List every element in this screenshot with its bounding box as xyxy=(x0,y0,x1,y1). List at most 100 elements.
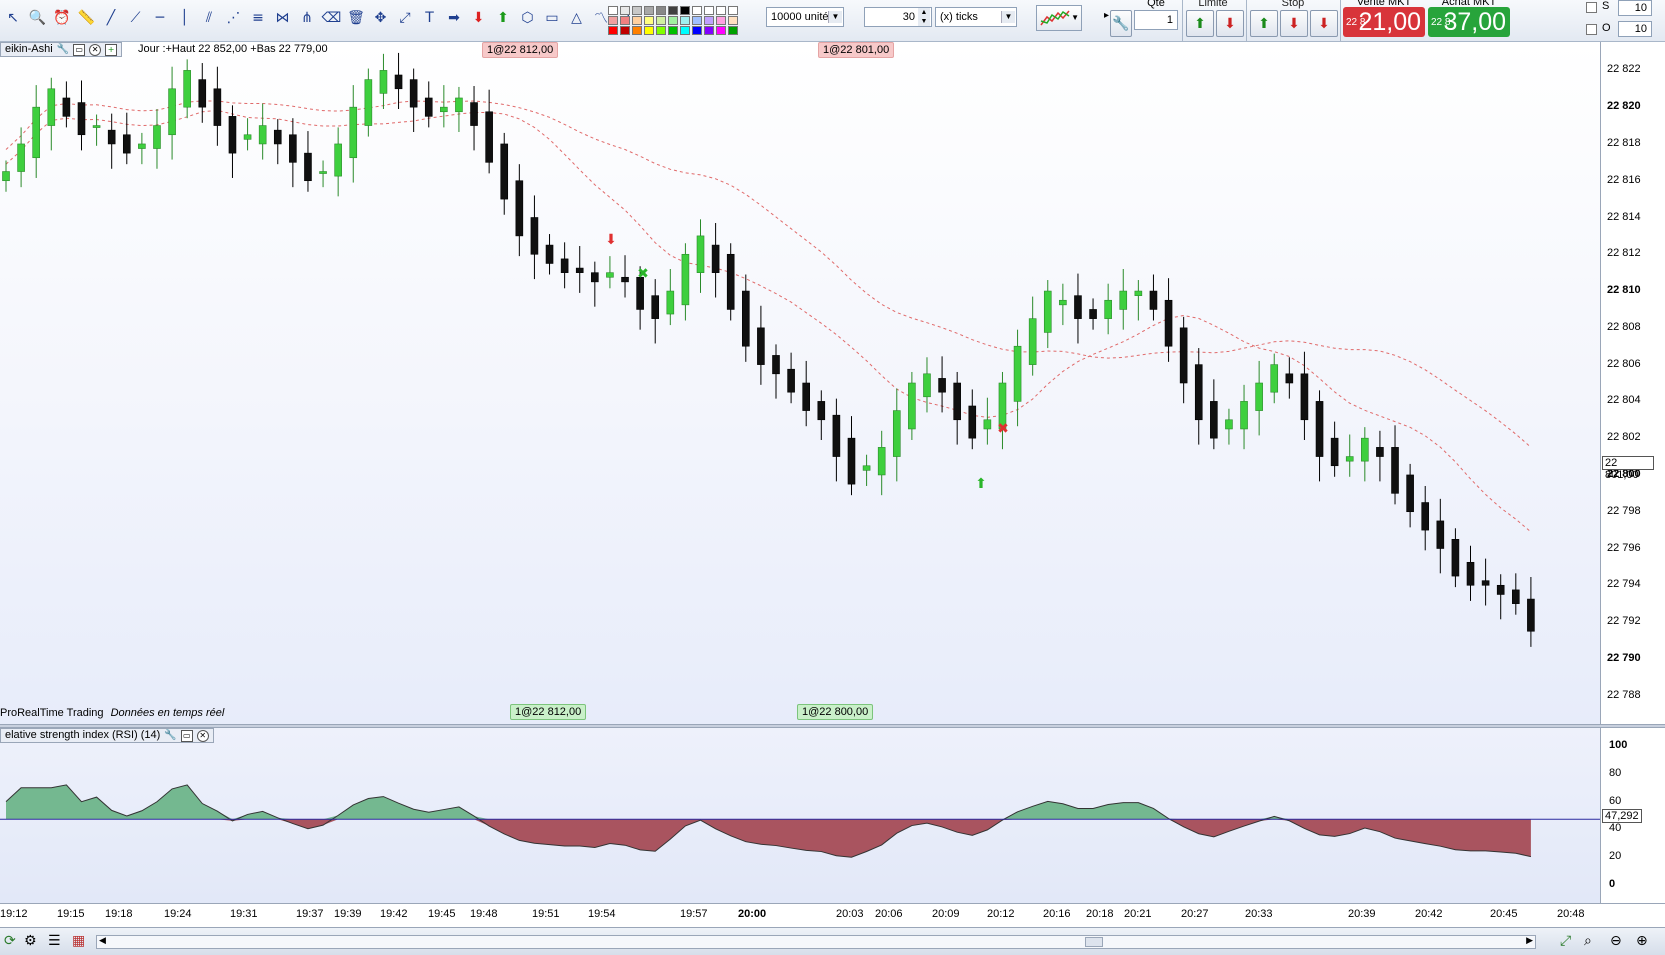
scrollbar-thumb[interactable] xyxy=(1085,937,1103,947)
buy-market-button[interactable]: 22 8 37,00 xyxy=(1428,7,1510,37)
time-axis[interactable]: 19:12 19:15 19:18 19:24 19:31 19:37 19:39 19:42… xyxy=(0,903,1665,927)
close-icon[interactable]: ✕ xyxy=(196,729,209,742)
zoom-icon[interactable]: 🔍 xyxy=(27,7,49,29)
color-swatch[interactable] xyxy=(704,26,714,35)
sell-exit-cross-icon[interactable]: ✖ xyxy=(997,420,1009,436)
gann-icon[interactable]: ⋈ xyxy=(272,7,294,29)
ticks-unit-select[interactable]: (x) ticks ▼ xyxy=(935,7,1017,27)
h-line-icon[interactable]: ─ xyxy=(149,7,171,29)
polygon-icon[interactable]: ⬡ xyxy=(517,7,539,29)
eraser-icon[interactable]: ⌫ xyxy=(321,7,343,29)
color-swatch[interactable] xyxy=(668,16,678,25)
color-swatch[interactable] xyxy=(608,6,618,15)
color-swatch[interactable] xyxy=(644,6,654,15)
rsi-axis[interactable]: 100 80 60 40 20 0 47,292 xyxy=(1600,728,1665,903)
color-swatch[interactable] xyxy=(632,6,642,15)
ticks-stepper[interactable]: 30 ▲ ▼ xyxy=(864,7,932,27)
stepper-arrows-icon[interactable]: ▲ ▼ xyxy=(918,8,930,26)
price-chart-pane[interactable]: ⬇ ✖ ✖ ⬆ eikin-Ashi 🔧 ▭ ✕ + Jour :+Haut 22 8… xyxy=(0,42,1600,724)
v-line-icon[interactable]: │ xyxy=(174,7,196,29)
order-settings-button[interactable]: 🔧 xyxy=(1110,10,1132,37)
stop-buy-button[interactable]: ⬆ xyxy=(1250,10,1278,37)
color-swatch[interactable] xyxy=(704,16,714,25)
list-icon[interactable]: ☰ xyxy=(48,933,61,949)
alarm-icon[interactable]: ⏰ xyxy=(51,7,73,29)
pitchfork-icon[interactable]: ⋔ xyxy=(296,7,318,29)
o-value-field[interactable]: 10 xyxy=(1618,21,1652,37)
table-icon[interactable]: ▦ xyxy=(72,933,85,949)
text-icon[interactable]: T xyxy=(419,7,441,29)
scroll-right-icon[interactable]: ▶ xyxy=(1526,935,1533,946)
collapse-arrow-icon[interactable]: ▸ xyxy=(1104,10,1109,21)
order-tag-bottom[interactable]: 1@22 800,00 xyxy=(797,704,874,720)
color-swatch[interactable] xyxy=(620,26,630,35)
zoom-out-icon[interactable]: ⊖ xyxy=(1610,933,1622,949)
color-swatch[interactable] xyxy=(668,6,678,15)
color-swatch[interactable] xyxy=(692,26,702,35)
chevron-down-icon[interactable]: ▼ xyxy=(828,11,842,23)
rsi-pane[interactable]: elative strength index (RSI) (14) 🔧 ▭ ✕ xyxy=(0,728,1600,903)
color-swatch[interactable] xyxy=(608,16,618,25)
color-swatch[interactable] xyxy=(656,6,666,15)
cross-arrows-icon[interactable]: ✥ xyxy=(370,7,392,29)
horizontal-scrollbar[interactable]: ◀ ▶ xyxy=(96,935,1536,949)
line-icon[interactable]: ╱ xyxy=(100,7,122,29)
scroll-left-icon[interactable]: ◀ xyxy=(99,935,106,946)
color-swatch[interactable] xyxy=(620,16,630,25)
color-swatch[interactable] xyxy=(716,16,726,25)
color-swatch[interactable] xyxy=(680,6,690,15)
ray-icon[interactable]: ⟋ xyxy=(125,7,147,29)
price-chart[interactable]: ⬇ ✖ ✖ ⬆ xyxy=(0,42,1600,724)
fibonacci-icon[interactable]: ≡ xyxy=(247,7,269,29)
maximize-icon[interactable]: ▭ xyxy=(73,43,86,56)
s-checkbox[interactable] xyxy=(1586,2,1597,13)
o-checkbox[interactable] xyxy=(1586,24,1597,35)
triangle-icon[interactable]: △ xyxy=(566,7,588,29)
channel-icon[interactable]: ⫽ xyxy=(198,7,220,29)
extend-line-icon[interactable]: ⤢ xyxy=(394,7,416,29)
qty-input[interactable]: 1 xyxy=(1134,10,1178,30)
rsi-chart[interactable] xyxy=(0,728,1600,903)
color-swatch[interactable] xyxy=(692,6,702,15)
s-value-field[interactable]: 10 xyxy=(1618,0,1652,16)
color-swatch[interactable] xyxy=(656,16,666,25)
fan-icon[interactable]: ⋰ xyxy=(223,7,245,29)
arrow-right-icon[interactable]: ➡ xyxy=(443,7,465,29)
price-axis[interactable]: 22 822 22 820 22 818 22 816 22 814 22 812 22 8… xyxy=(1600,42,1665,724)
pointer-icon[interactable]: ↖ xyxy=(2,7,24,29)
chart-type-button[interactable]: ▼ xyxy=(1036,5,1082,31)
rectangle-icon[interactable]: ▭ xyxy=(541,7,563,29)
zoom-fit-icon[interactable]: ⌕ xyxy=(1584,933,1592,949)
quantity-units-select[interactable]: 10000 unités ▼ xyxy=(766,7,844,27)
color-swatch[interactable] xyxy=(644,26,654,35)
color-swatch[interactable] xyxy=(632,26,642,35)
stop-sell-button[interactable]: ⬇ xyxy=(1280,10,1308,37)
add-indicator-icon[interactable]: + xyxy=(105,43,118,56)
color-swatch[interactable] xyxy=(680,16,690,25)
color-swatch[interactable] xyxy=(728,6,738,15)
buy-entry-arrow-icon[interactable]: ⬆ xyxy=(975,475,987,491)
close-position-button[interactable]: ⬇ xyxy=(1310,10,1338,37)
color-swatch[interactable] xyxy=(704,6,714,15)
order-tag-top[interactable]: 1@22 812,00 xyxy=(482,42,559,58)
buy-exit-cross-icon[interactable]: ✖ xyxy=(637,265,649,281)
limit-buy-button[interactable]: ⬆ xyxy=(1186,10,1214,37)
color-swatch[interactable] xyxy=(692,16,702,25)
color-swatch[interactable] xyxy=(644,16,654,25)
wrench-icon[interactable]: 🔧 xyxy=(164,728,176,743)
arrow-up-green-icon[interactable]: ⬆ xyxy=(492,7,514,29)
color-swatch[interactable] xyxy=(716,26,726,35)
color-swatch[interactable] xyxy=(728,16,738,25)
sell-entry-arrow-icon[interactable]: ⬇ xyxy=(605,231,617,247)
zoom-in-icon[interactable]: ⊕ xyxy=(1636,933,1648,949)
trash-icon[interactable]: 🗑 xyxy=(345,7,367,29)
reset-zoom-icon[interactable]: ⤢ xyxy=(1560,933,1571,949)
color-swatch[interactable] xyxy=(668,26,678,35)
color-swatch[interactable] xyxy=(608,26,618,35)
color-swatch[interactable] xyxy=(656,26,666,35)
settings-icon[interactable]: ⚙ xyxy=(24,933,37,949)
color-swatch[interactable] xyxy=(680,26,690,35)
ruler-icon[interactable]: 📏 xyxy=(76,7,98,29)
limit-sell-button[interactable]: ⬇ xyxy=(1216,10,1244,37)
chevron-down-icon[interactable]: ▼ xyxy=(1071,13,1079,22)
